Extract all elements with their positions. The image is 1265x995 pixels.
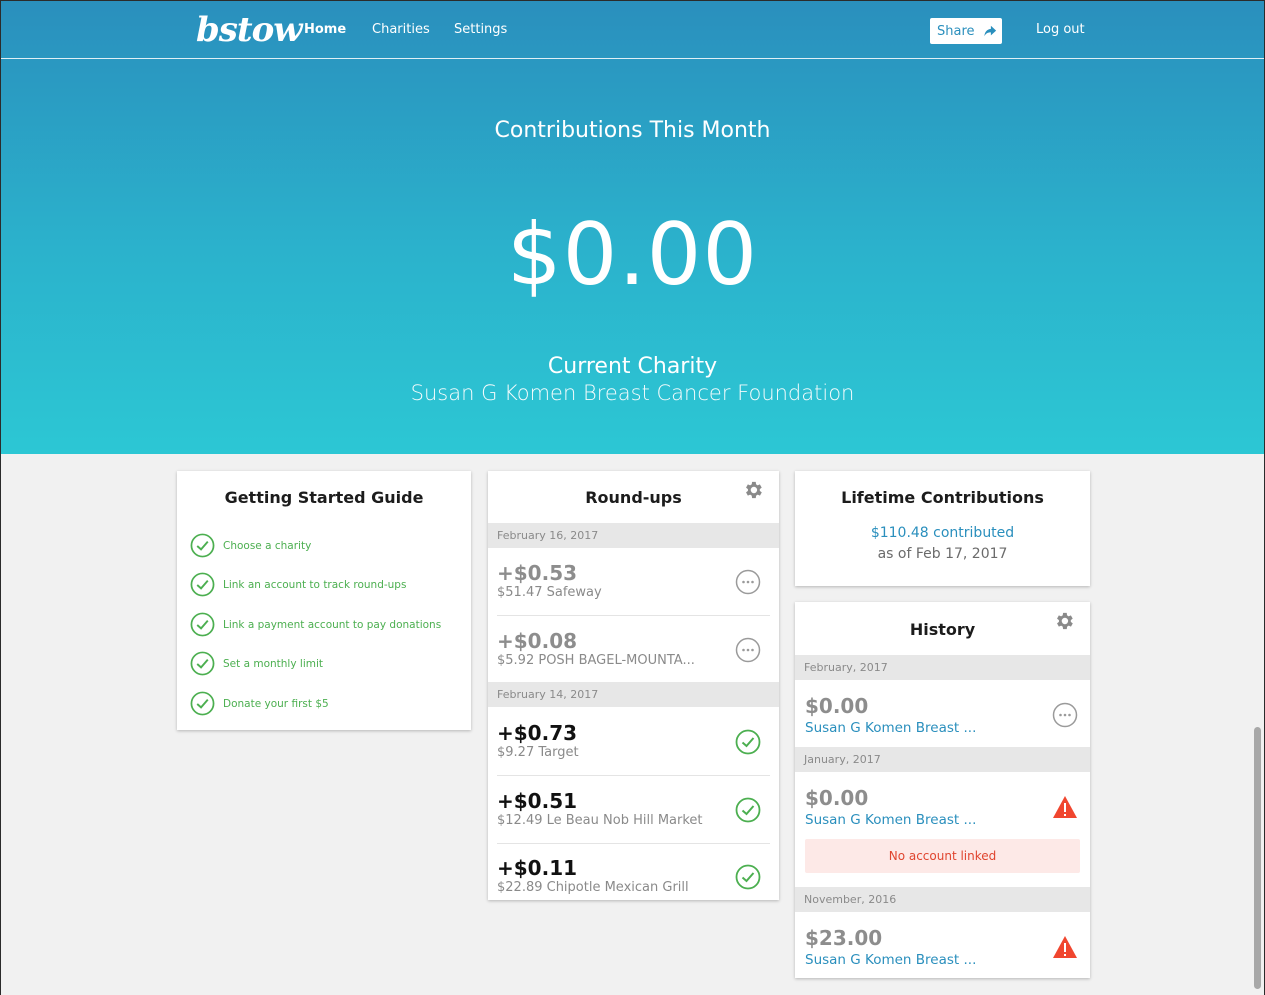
- gear-icon[interactable]: [742, 479, 764, 501]
- lifetime-amount: $110.48 contributed: [870, 525, 1015, 541]
- history-amount: $23.00: [805, 926, 883, 950]
- history-row[interactable]: $23.00 Susan G Komen Breast ...: [805, 912, 1080, 978]
- nav-charities-link[interactable]: Charities: [372, 22, 430, 37]
- history-row[interactable]: $0.00 Susan G Komen Breast ...: [805, 680, 1080, 748]
- logout-link[interactable]: Log out: [1036, 22, 1085, 37]
- guide-item-label: Link a payment account to pay donations: [223, 618, 442, 631]
- history-card: History February, 2017 $0.00 Susan G Kom…: [795, 602, 1090, 978]
- roundups-card: Round-ups February 16, 2017 +$0.53 $51.4…: [488, 471, 779, 900]
- roundup-row[interactable]: +$0.11 $22.89 Chipotle Mexican Grill: [497, 843, 770, 900]
- check-circle-icon: [190, 533, 215, 558]
- roundup-description: $12.49 Le Beau Nob Hill Market: [497, 813, 703, 828]
- lifetime-as-of-date: as of Feb 17, 2017: [877, 546, 1008, 562]
- getting-started-card: Getting Started Guide Choose a charity L…: [177, 471, 471, 730]
- history-amount: $0.00: [805, 786, 869, 810]
- check-circle-icon: [735, 864, 761, 890]
- history-charity-link[interactable]: Susan G Komen Breast ...: [805, 720, 976, 736]
- guide-item[interactable]: Donate your first $5: [190, 691, 329, 716]
- guide-item-label: Donate your first $5: [223, 697, 329, 710]
- guide-item[interactable]: Choose a charity: [190, 533, 311, 558]
- nav-home-link[interactable]: Home: [304, 22, 346, 37]
- roundup-amount: +$0.53: [497, 561, 578, 585]
- roundup-row[interactable]: +$0.51 $12.49 Le Beau Nob Hill Market: [497, 776, 770, 844]
- page-scrollbar[interactable]: [1254, 727, 1261, 989]
- history-charity-link[interactable]: Susan G Komen Breast ...: [805, 952, 976, 968]
- warning-icon: [1053, 936, 1077, 958]
- share-button[interactable]: Share: [930, 18, 1002, 44]
- share-label: Share: [937, 23, 975, 39]
- roundup-amount: +$0.08: [497, 629, 578, 653]
- check-circle-icon: [190, 572, 215, 597]
- check-circle-icon: [190, 691, 215, 716]
- roundup-description: $51.47 Safeway: [497, 585, 602, 600]
- guide-item[interactable]: Link a payment account to pay donations: [190, 612, 441, 637]
- guide-title: Getting Started Guide: [224, 488, 424, 507]
- guide-item-label: Link an account to track round-ups: [223, 578, 407, 591]
- roundup-description: $9.27 Target: [497, 745, 579, 760]
- current-charity-name[interactable]: Susan G Komen Breast Cancer Foundation: [0, 381, 1265, 405]
- contributions-title: Contributions This Month: [494, 118, 771, 143]
- date-header: February 16, 2017: [488, 523, 779, 548]
- roundups-title: Round-ups: [585, 488, 682, 507]
- check-circle-icon: [735, 729, 761, 755]
- more-options-icon[interactable]: [735, 569, 761, 595]
- guide-item-label: Set a monthly limit: [223, 657, 323, 670]
- roundup-row[interactable]: +$0.53 $51.47 Safeway: [497, 548, 770, 616]
- logo[interactable]: bstow: [196, 10, 303, 50]
- roundup-row[interactable]: +$0.08 $5.92 POSH BAGEL-MOUNTA...: [497, 616, 770, 684]
- guide-item[interactable]: Set a monthly limit: [190, 651, 323, 676]
- gear-icon[interactable]: [1053, 610, 1075, 632]
- check-circle-icon: [190, 612, 215, 637]
- history-amount: $0.00: [805, 694, 869, 718]
- month-header: January, 2017: [795, 747, 1090, 772]
- check-circle-icon: [190, 651, 215, 676]
- navbar: bstow Home Charities Settings Share Log …: [0, 0, 1265, 59]
- more-options-icon[interactable]: [1052, 702, 1078, 728]
- share-arrow-icon: [983, 25, 996, 37]
- guide-item[interactable]: Link an account to track round-ups: [190, 572, 406, 597]
- roundup-amount: +$0.51: [497, 789, 578, 813]
- month-header: November, 2016: [795, 887, 1090, 912]
- roundup-description: $22.89 Chipotle Mexican Grill: [497, 880, 689, 895]
- roundup-row[interactable]: +$0.73 $9.27 Target: [497, 708, 770, 776]
- history-row[interactable]: $0.00 Susan G Komen Breast ...: [805, 772, 1080, 840]
- check-circle-icon: [735, 797, 761, 823]
- hero-banner: bstow Home Charities Settings Share Log …: [0, 0, 1265, 454]
- lifetime-contributions-card: Lifetime Contributions $110.48 contribut…: [795, 471, 1090, 586]
- nav-settings-link[interactable]: Settings: [454, 22, 507, 37]
- more-options-icon[interactable]: [735, 637, 761, 663]
- guide-item-label: Choose a charity: [223, 539, 312, 552]
- roundup-description: $5.92 POSH BAGEL-MOUNTA...: [497, 653, 695, 668]
- roundup-amount: +$0.73: [497, 721, 578, 745]
- month-header: February, 2017: [795, 655, 1090, 680]
- roundup-amount: +$0.11: [497, 856, 578, 880]
- current-charity-label: Current Charity: [547, 354, 718, 379]
- warning-icon: [1053, 796, 1077, 818]
- history-title: History: [909, 620, 976, 639]
- history-charity-link[interactable]: Susan G Komen Breast ...: [805, 812, 976, 828]
- no-account-warning[interactable]: No account linked: [805, 839, 1080, 873]
- monthly-contribution-amount: $0.00: [506, 205, 759, 305]
- date-header: February 14, 2017: [488, 682, 779, 707]
- lifetime-title: Lifetime Contributions: [841, 488, 1044, 507]
